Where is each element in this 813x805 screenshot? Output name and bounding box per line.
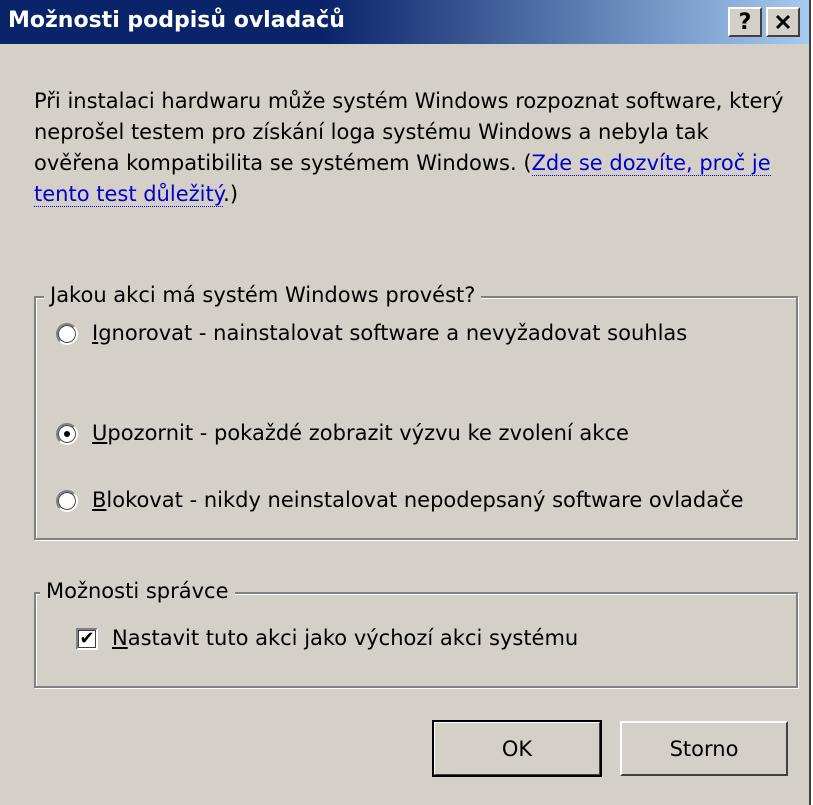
- radio-warn[interactable]: [56, 423, 78, 445]
- cancel-button[interactable]: Storno: [620, 721, 788, 776]
- title-bar[interactable]: Možnosti podpisů ovladačů ?: [0, 0, 809, 44]
- default-action-checkbox[interactable]: ✔: [76, 628, 98, 650]
- ok-button[interactable]: OK: [432, 720, 602, 777]
- dialog-window: Možnosti podpisů ovladačů ? Při instalac…: [0, 0, 811, 805]
- radio-ignore[interactable]: [56, 323, 78, 345]
- radio-block-label[interactable]: Blokovat - nikdy neinstalovat nepodepsan…: [92, 488, 744, 512]
- window-title: Možnosti podpisů ovladačů: [8, 8, 345, 33]
- description-text: Při instalaci hardwaru může systém Windo…: [34, 89, 784, 207]
- checkmark-icon: ✔: [79, 628, 95, 649]
- action-group-legend: Jakou akci má systém Windows provést?: [44, 283, 482, 307]
- radio-block[interactable]: [56, 490, 78, 512]
- radio-warn-label[interactable]: Upozornit - pokaždé zobrazit výzvu ke zv…: [92, 421, 629, 445]
- admin-group-legend: Možnosti správce: [40, 579, 235, 603]
- default-action-label[interactable]: Nastavit tuto akci jako výchozí akci sys…: [112, 626, 578, 650]
- close-icon: [775, 14, 791, 30]
- radio-ignore-label[interactable]: Ignorovat - nainstalovat software a nevy…: [92, 321, 687, 345]
- help-button[interactable]: ?: [728, 7, 762, 37]
- close-button[interactable]: [766, 7, 800, 37]
